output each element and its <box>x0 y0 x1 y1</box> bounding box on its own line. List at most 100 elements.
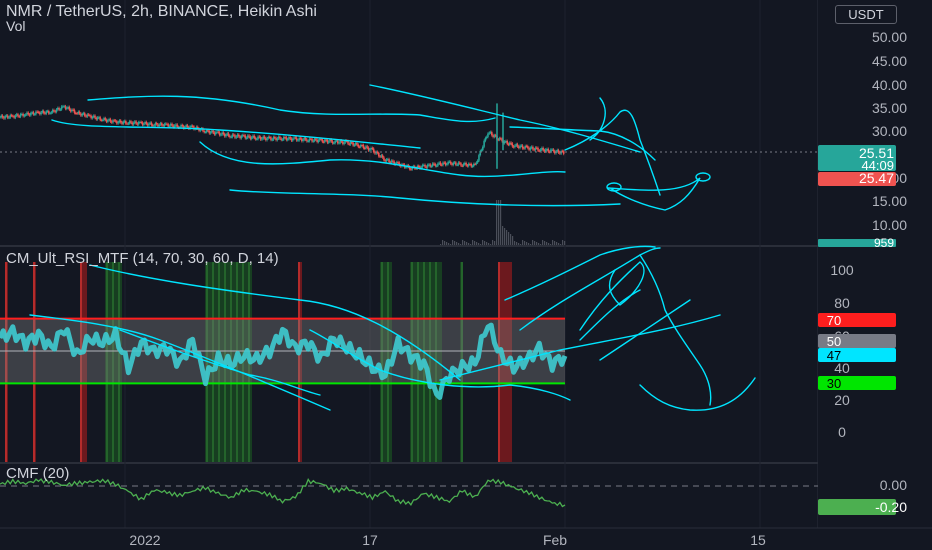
rsi-tick-label: 20 <box>834 392 850 408</box>
candle-body <box>482 146 484 151</box>
volume-bar <box>526 242 528 245</box>
candle-body <box>6 115 9 118</box>
candle-body <box>487 133 489 137</box>
candle-body <box>456 164 458 166</box>
volume-bar <box>444 241 446 245</box>
candle-body <box>474 163 476 165</box>
rsi-value-label: 30 <box>827 376 841 391</box>
trend-drawing <box>51 119 421 149</box>
volume-bar <box>534 241 536 245</box>
candle-body <box>357 144 360 147</box>
candle-body <box>291 138 294 141</box>
candle-body <box>229 135 231 138</box>
candle-body <box>372 148 375 152</box>
volume-bar <box>510 234 512 245</box>
candle-body <box>101 120 104 122</box>
rsi-indicator-label[interactable]: CM_Ult_RSI_MTF (14, 70, 30, 60, D, 14) <box>6 250 279 267</box>
candle-body <box>557 150 560 153</box>
candle-body <box>125 121 127 124</box>
candle-body <box>203 130 205 133</box>
candle-body <box>381 155 384 158</box>
candle-body <box>430 166 433 168</box>
volume-bar <box>458 243 460 245</box>
volume-bar <box>482 240 484 245</box>
candle-body <box>245 137 248 139</box>
candle-body <box>176 124 179 127</box>
time-axis[interactable]: 2022 17 Feb 15 <box>0 527 932 550</box>
candle-body <box>42 110 45 114</box>
candle-body <box>455 162 457 165</box>
volume-bar <box>498 200 500 245</box>
rsi-tick-label: 0 <box>838 424 846 440</box>
candle-body <box>0 117 1 119</box>
candle-body <box>204 132 207 134</box>
price-tick-label: 35.00 <box>872 100 907 116</box>
volume-bar <box>460 244 462 245</box>
candle-body <box>435 165 438 167</box>
volume-bar <box>544 241 546 245</box>
trend-drawing <box>509 126 656 161</box>
candle-body <box>173 125 176 128</box>
candle-body <box>181 125 184 127</box>
candle-body <box>227 133 230 136</box>
volume-bar <box>524 241 526 245</box>
volume-bar <box>502 226 504 245</box>
candle-body <box>209 132 212 134</box>
volume-bar <box>556 242 558 245</box>
candle-body <box>222 132 225 135</box>
candle-body <box>547 149 550 152</box>
candle-body <box>153 125 155 127</box>
candle-body <box>212 130 214 133</box>
trend-drawing <box>607 177 701 211</box>
candle-body <box>542 147 544 151</box>
volume-bar <box>494 241 496 245</box>
candle-body <box>238 134 240 137</box>
volume-bar <box>490 244 492 245</box>
candle-body <box>537 147 539 151</box>
price-axis[interactable]: 50.0045.0040.0035.0030.0020.0015.0010.00… <box>818 0 932 550</box>
trading-chart[interactable]: 50.0045.0040.0035.0030.0020.0015.0010.00… <box>0 0 932 550</box>
candle-body <box>78 111 81 114</box>
volume-bar <box>448 243 450 245</box>
candle-body <box>281 139 284 141</box>
candle-body <box>127 123 130 125</box>
candle-body <box>491 132 493 136</box>
candle-body <box>552 149 555 152</box>
candle-body <box>261 138 263 140</box>
candle-body <box>439 162 442 165</box>
candle-body <box>562 151 565 154</box>
price-tick-label: 45.00 <box>872 53 907 69</box>
bid-price-label: 25.47 <box>859 170 894 186</box>
chart-title: NMR / TetherUS, 2h, BINANCE, Heikin Ashi <box>6 3 317 20</box>
rsi-value-label: 50 <box>827 334 841 349</box>
volume-bar <box>454 241 456 245</box>
candle-body <box>331 141 334 144</box>
candle-body <box>273 137 276 139</box>
volume-label: Vol <box>6 18 26 34</box>
candle-body <box>158 124 161 127</box>
candle-body <box>514 145 516 148</box>
volume-bar <box>548 243 550 245</box>
volume-bar <box>452 240 454 245</box>
candle-body <box>304 137 307 140</box>
candle-body <box>437 163 439 166</box>
currency-button[interactable]: USDT <box>835 5 897 24</box>
candle-body <box>1 115 4 118</box>
circle-marker <box>606 182 622 192</box>
candle-body <box>480 150 483 152</box>
candle-body <box>225 134 227 137</box>
candle-body <box>240 136 243 139</box>
candle-body <box>532 146 534 150</box>
cmf-panel[interactable] <box>0 477 818 508</box>
volume-bar <box>530 244 532 245</box>
candle-body <box>24 114 27 116</box>
candle-body <box>55 109 58 113</box>
candle-body <box>263 136 266 139</box>
cmf-indicator-label[interactable]: CMF (20) <box>6 465 69 482</box>
volume-bar <box>508 232 510 245</box>
volume-bar <box>446 242 448 245</box>
candle-body <box>330 139 333 142</box>
volume-bar <box>478 243 480 245</box>
candle-body <box>465 162 467 166</box>
candle-body <box>230 136 232 138</box>
